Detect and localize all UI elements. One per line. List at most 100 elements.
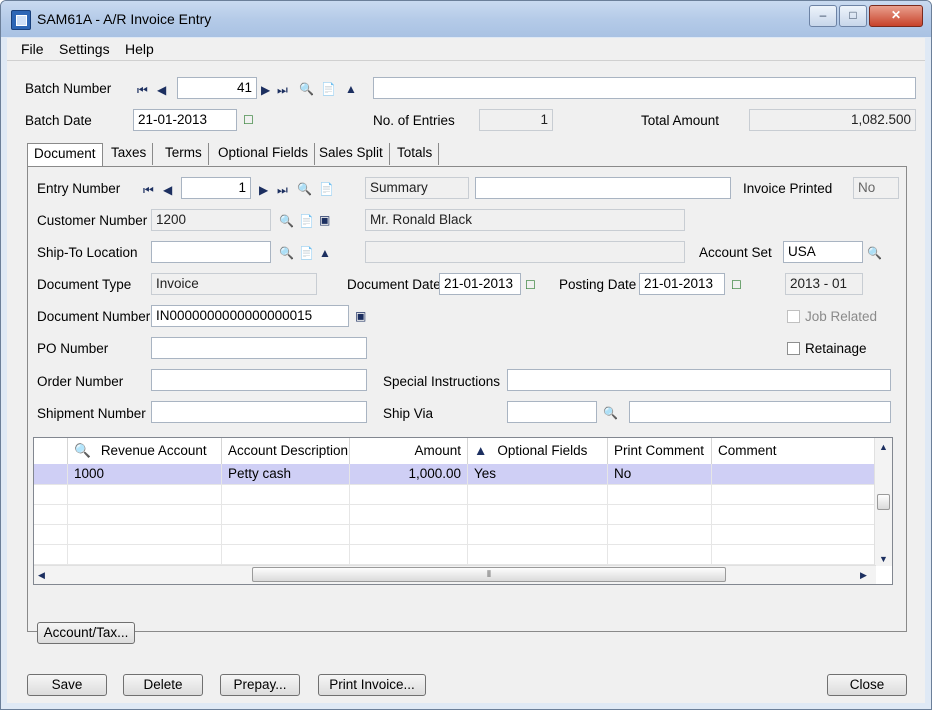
ship-via-code-input[interactable] (507, 401, 597, 423)
ship-via-finder-icon[interactable]: 🔍 (603, 406, 618, 420)
header-comment[interactable]: Comment (712, 438, 876, 464)
entry-finder-icon[interactable]: 🔍 (297, 182, 312, 196)
close-button[interactable]: Close (827, 674, 907, 696)
last-record-icon[interactable]: ⏭ (277, 83, 288, 97)
document-date-calendar-icon[interactable]: ☐ (525, 278, 536, 292)
calendar-icon[interactable]: ☐ (243, 113, 254, 127)
grid-vertical-scrollbar[interactable]: ▲ ▼ (874, 438, 892, 566)
zoom-up-icon[interactable]: ▲ (345, 82, 357, 96)
customer-new-icon[interactable]: 📄 (299, 214, 314, 228)
entry-first-icon[interactable]: ⏮ (143, 183, 154, 197)
job-related-checkbox[interactable] (787, 310, 800, 323)
entry-next-icon[interactable]: ▶ (259, 183, 268, 197)
horizontal-scroll-thumb[interactable]: ⦀ (252, 567, 726, 582)
cell-amount[interactable]: 1,000.00 (350, 464, 468, 484)
document-number-input[interactable]: IN0000000000000000015 (151, 305, 349, 327)
fiscal-period-value: 2013 - 01 (785, 273, 863, 295)
posting-date-calendar-icon[interactable]: ☐ (731, 278, 742, 292)
ship-via-description-input[interactable] (629, 401, 891, 423)
header-print-comment[interactable]: Print Comment (608, 438, 712, 464)
print-invoice-button[interactable]: Print Invoice... (318, 674, 426, 696)
scroll-down-icon[interactable]: ▼ (879, 552, 888, 566)
scroll-right-icon[interactable]: ▶ (860, 568, 867, 582)
document-number-zoom-icon[interactable]: ▣ (355, 309, 366, 323)
table-row-empty[interactable] (34, 544, 876, 565)
tab-document[interactable]: Document (27, 143, 103, 168)
table-row-empty[interactable] (34, 524, 876, 545)
optional-fields-zoom-icon[interactable]: ▲ (474, 443, 487, 458)
posting-date-input[interactable]: 21-01-2013 (639, 273, 725, 295)
customer-number-input[interactable]: 1200 (151, 209, 271, 231)
new-document-icon[interactable]: 📄 (321, 82, 336, 96)
scroll-left-icon[interactable]: ◀ (38, 568, 45, 582)
batch-description-input[interactable] (373, 77, 916, 99)
table-row[interactable]: 1000 Petty cash 1,000.00 Yes No (34, 464, 876, 485)
menu-settings[interactable]: Settings (59, 41, 110, 57)
revenue-account-finder-icon[interactable]: 🔍 (74, 443, 91, 458)
tab-terms[interactable]: Terms (159, 143, 209, 165)
header-optional-fields[interactable]: ▲ Optional Fields (468, 438, 608, 464)
order-number-input[interactable] (151, 369, 367, 391)
row-selector[interactable] (34, 464, 68, 484)
cell-print-comment[interactable]: No (608, 464, 712, 484)
entry-new-icon[interactable]: 📄 (319, 182, 334, 196)
batch-number-input[interactable]: 41 (177, 77, 257, 99)
batch-date-input[interactable]: 21-01-2013 (133, 109, 237, 131)
save-button[interactable]: Save (27, 674, 107, 696)
account-set-finder-icon[interactable]: 🔍 (867, 246, 882, 260)
customer-number-label: Customer Number (37, 213, 148, 228)
entry-previous-icon[interactable]: ◀ (163, 183, 172, 197)
account-tax-button[interactable]: Account/Tax... (37, 622, 135, 644)
header-revenue-account[interactable]: 🔍 Revenue Account (68, 438, 222, 464)
previous-record-icon[interactable]: ◀ (157, 83, 166, 97)
entry-last-icon[interactable]: ⏭ (277, 183, 288, 197)
tab-taxes[interactable]: Taxes (105, 143, 154, 165)
summary-input[interactable] (475, 177, 731, 199)
finder-icon[interactable]: 🔍 (299, 82, 314, 96)
scroll-up-icon[interactable]: ▲ (879, 440, 888, 454)
ship-via-label: Ship Via (383, 406, 434, 421)
document-date-input[interactable]: 21-01-2013 (439, 273, 521, 295)
first-record-icon[interactable]: ⏮ (137, 83, 148, 97)
vertical-scroll-thumb[interactable] (877, 494, 890, 510)
title-bar[interactable]: SAM61A - A/R Invoice Entry – □ ✕ (1, 1, 931, 37)
menu-file[interactable]: File (21, 41, 44, 57)
grid-horizontal-scrollbar[interactable]: ◀ ⦀ ▶ (34, 565, 876, 584)
entries-value: 1 (479, 109, 553, 131)
special-instructions-input[interactable] (507, 369, 891, 391)
header-amount[interactable]: Amount (350, 438, 468, 464)
cell-comment[interactable] (712, 464, 876, 484)
shipto-location-input[interactable] (151, 241, 271, 263)
table-row-empty[interactable] (34, 484, 876, 505)
shipto-finder-icon[interactable]: 🔍 (279, 246, 294, 260)
tab-optional-fields[interactable]: Optional Fields (212, 143, 316, 165)
cell-account-description[interactable]: Petty cash (222, 464, 350, 484)
table-row-empty[interactable] (34, 504, 876, 525)
shipto-zoom-up-icon[interactable]: ▲ (319, 246, 331, 260)
entry-number-input[interactable]: 1 (181, 177, 251, 199)
grid-row-selector-header (34, 438, 68, 464)
customer-finder-icon[interactable]: 🔍 (279, 214, 294, 228)
cell-revenue-account[interactable]: 1000 (68, 464, 222, 484)
maximize-button[interactable]: □ (839, 5, 867, 27)
header-account-description[interactable]: Account Description (222, 438, 350, 464)
document-date-label: Document Date (347, 277, 441, 292)
close-window-button[interactable]: ✕ (869, 5, 923, 27)
customer-zoom-icon[interactable]: ▣ (319, 213, 330, 227)
shipment-number-input[interactable] (151, 401, 367, 423)
tab-totals[interactable]: Totals (391, 143, 440, 165)
tab-sales-split[interactable]: Sales Split (313, 143, 390, 165)
delete-button[interactable]: Delete (123, 674, 203, 696)
document-type-value[interactable]: Invoice (151, 273, 317, 295)
shipto-new-icon[interactable]: 📄 (299, 246, 314, 260)
retainage-checkbox[interactable] (787, 342, 800, 355)
next-record-icon[interactable]: ▶ (261, 83, 270, 97)
menu-help[interactable]: Help (125, 41, 154, 57)
prepay-button[interactable]: Prepay... (220, 674, 300, 696)
cell-optional-fields[interactable]: Yes (468, 464, 608, 484)
minimize-button[interactable]: – (809, 5, 837, 27)
invoice-detail-grid[interactable]: 🔍 Revenue Account Account Description Amo… (33, 437, 893, 585)
po-number-input[interactable] (151, 337, 367, 359)
account-set-input[interactable]: USA (783, 241, 863, 263)
entry-number-label: Entry Number (37, 181, 121, 196)
